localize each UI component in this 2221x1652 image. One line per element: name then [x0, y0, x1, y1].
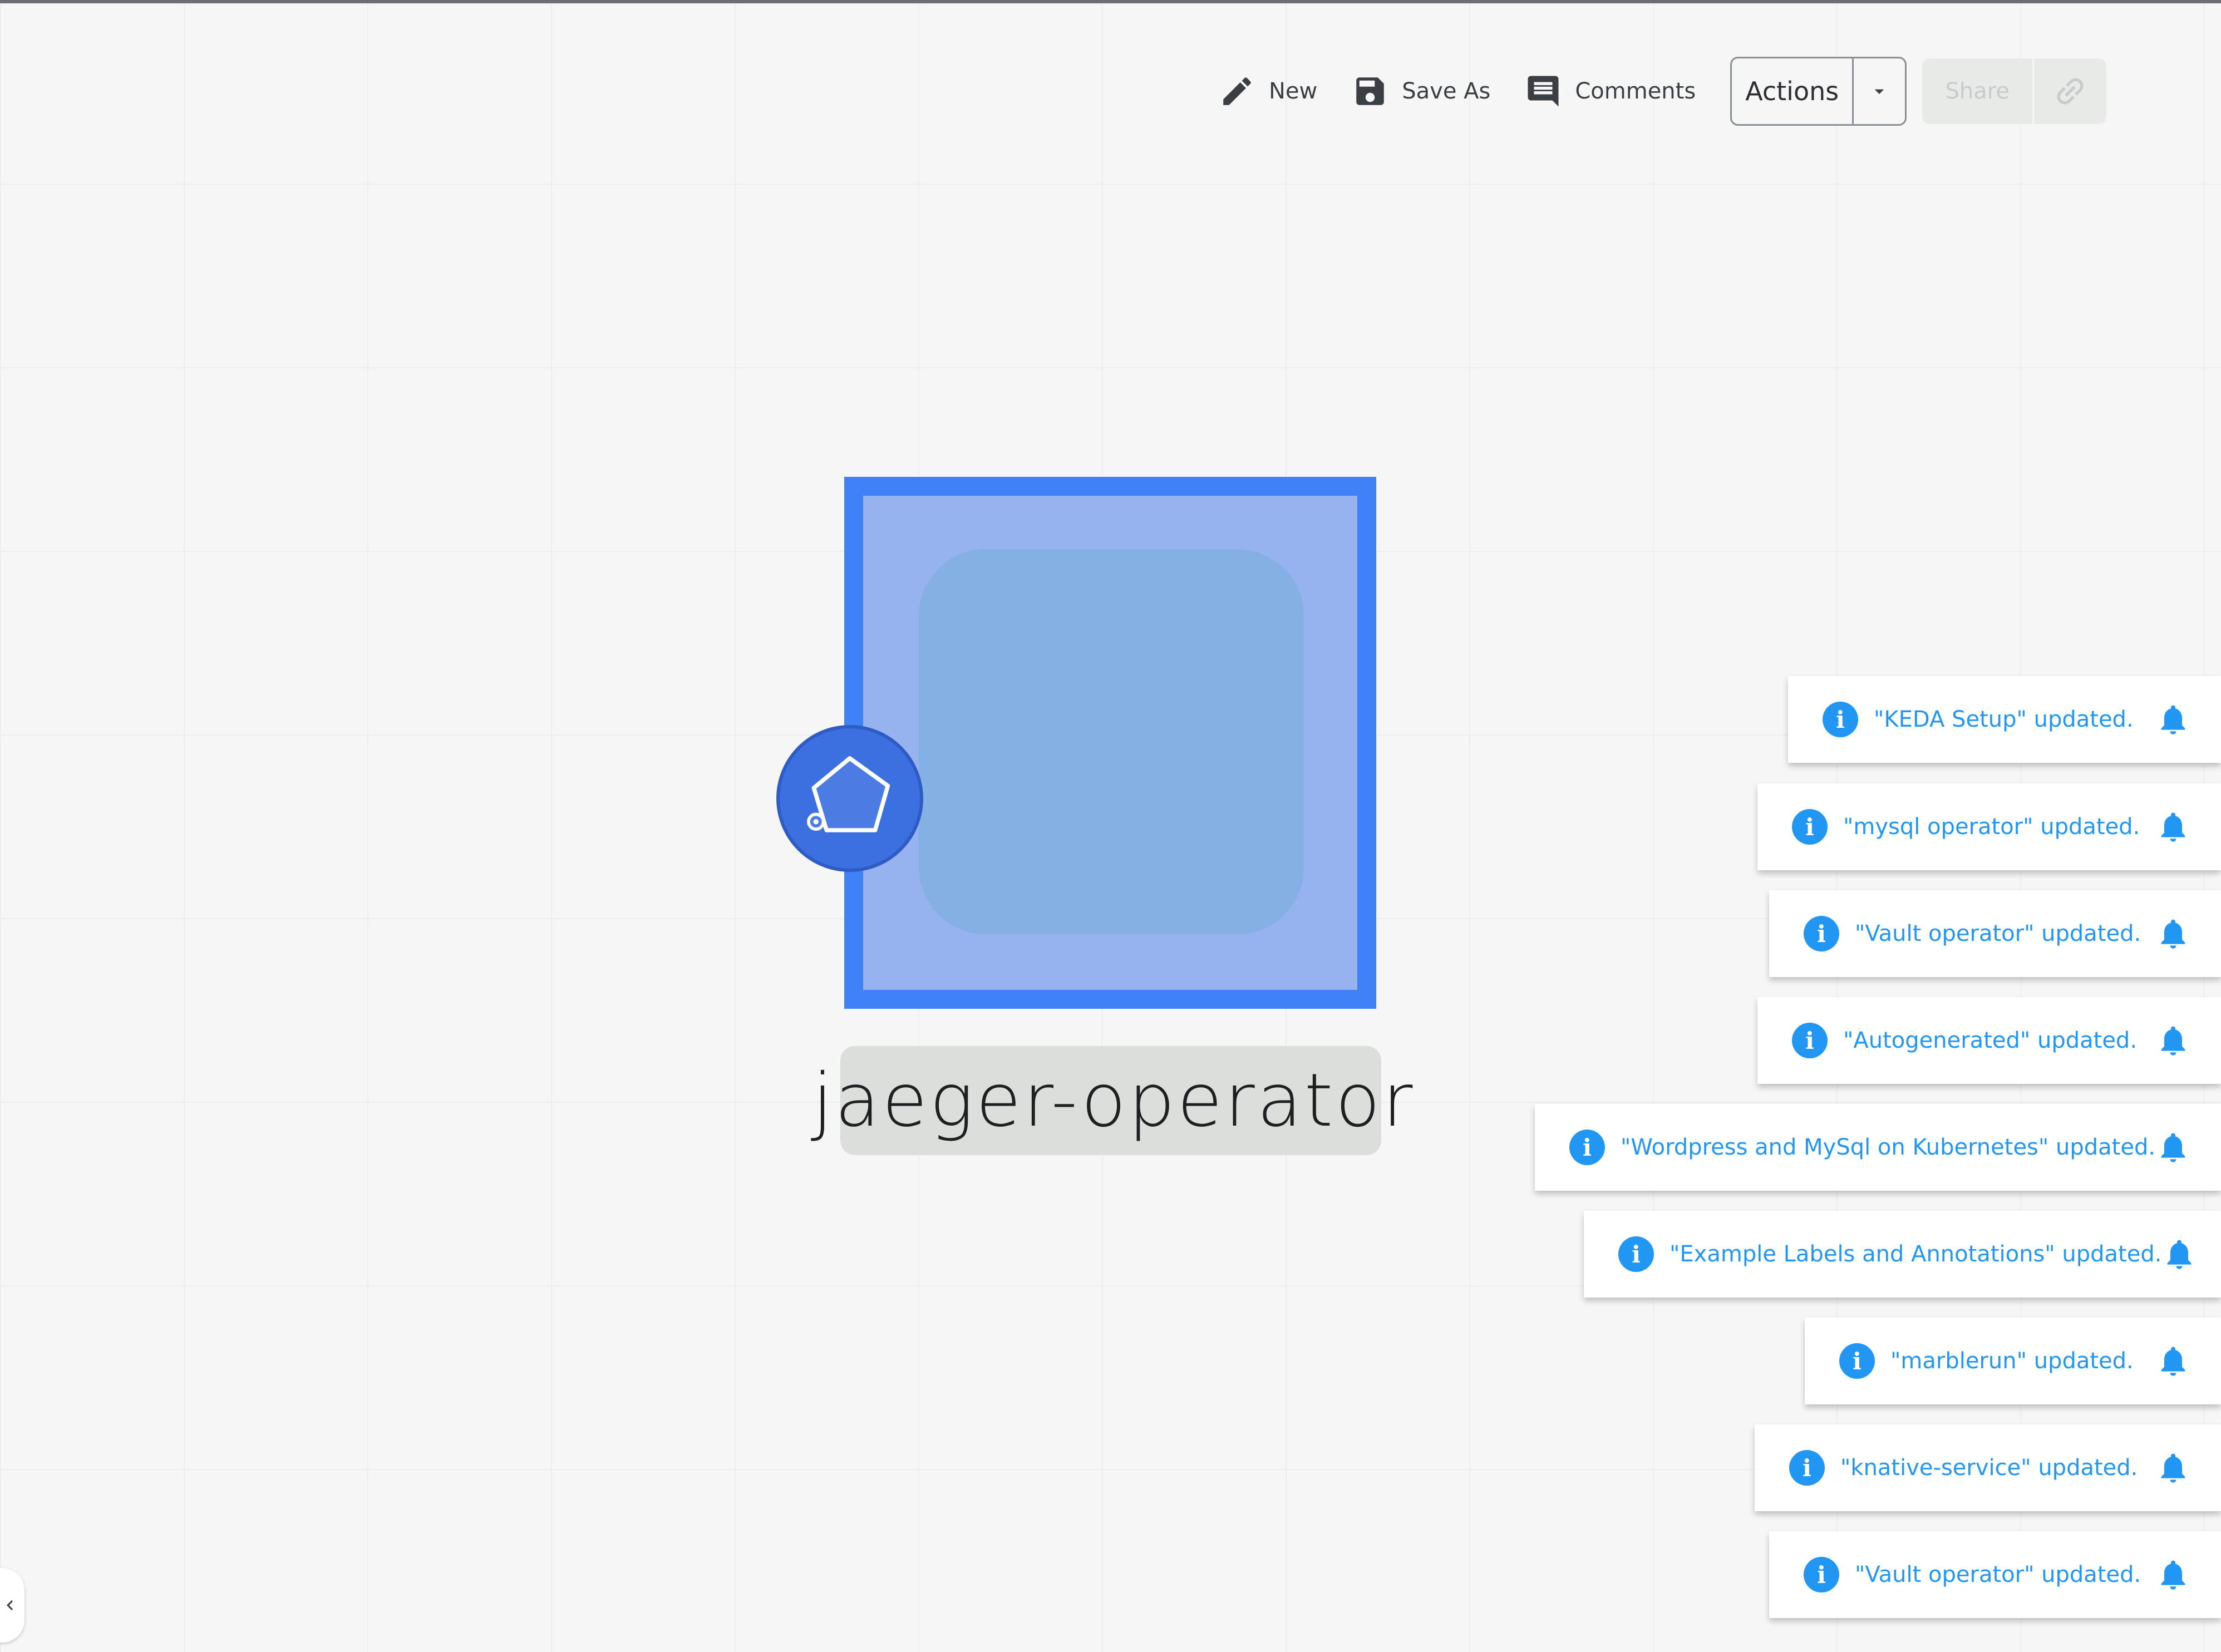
save-as-button[interactable]: Save As	[1352, 58, 1490, 125]
bell-icon[interactable]	[2155, 1343, 2191, 1379]
notification-toast[interactable]: i "knative-service" updated.	[1755, 1424, 2221, 1511]
notification-message: "Autogenerated" updated.	[1843, 1028, 2138, 1053]
notification-message: "KEDA Setup" updated.	[1874, 707, 2134, 732]
actions-split-button: Actions	[1730, 57, 1907, 126]
bell-icon[interactable]	[2155, 1557, 2191, 1592]
notification-toast[interactable]: i "Autogenerated" updated.	[1757, 997, 2221, 1084]
bell-icon[interactable]	[2161, 1236, 2197, 1272]
info-icon: i	[1618, 1236, 1654, 1272]
bell-icon[interactable]	[2155, 1450, 2191, 1486]
floppy-disk-icon	[1356, 77, 1384, 105]
notification-toast[interactable]: i "mysql operator" updated.	[1757, 783, 2221, 870]
notification-message: "Vault operator" updated.	[1855, 921, 2141, 946]
notification-message: "Example Labels and Annotations" updated…	[1670, 1241, 2162, 1267]
bell-icon[interactable]	[2155, 916, 2191, 951]
info-icon: i	[1823, 702, 1858, 737]
caret-down-icon	[1874, 89, 1884, 94]
new-label: New	[1269, 78, 1318, 104]
bell-icon[interactable]	[2155, 809, 2191, 845]
chevron-left-icon	[7, 1600, 13, 1610]
node-label[interactable]: jaeger-operator	[812, 1046, 1413, 1155]
share-group: Share	[1922, 58, 2107, 124]
notification-toast[interactable]: i "Example Labels and Annotations" updat…	[1584, 1211, 2221, 1298]
notification-message: "Vault operator" updated.	[1855, 1562, 2141, 1587]
toolbar: New Save As Comments Actions Share	[1219, 57, 2107, 126]
save-as-label: Save As	[1402, 78, 1491, 104]
share-button[interactable]: Share	[1922, 58, 2035, 124]
notification-toast[interactable]: i "marblerun" updated.	[1805, 1318, 2221, 1404]
notification-message: "marblerun" updated.	[1890, 1348, 2134, 1374]
notification-message: "mysql operator" updated.	[1843, 814, 2140, 840]
actions-dropdown-toggle[interactable]	[1852, 58, 1905, 124]
bell-icon[interactable]	[2155, 1023, 2191, 1058]
bell-icon[interactable]	[2155, 1130, 2191, 1165]
notification-toast[interactable]: i "KEDA Setup" updated.	[1788, 676, 2221, 763]
notification-toast[interactable]: i "Vault operator" updated.	[1769, 1531, 2221, 1618]
info-icon: i	[1839, 1343, 1875, 1379]
new-button[interactable]: New	[1219, 58, 1317, 125]
pencil-icon	[1223, 77, 1251, 105]
node-inner-shape	[919, 549, 1304, 934]
info-icon: i	[1569, 1130, 1605, 1165]
copy-link-button[interactable]	[2034, 58, 2106, 124]
info-icon: i	[1792, 809, 1828, 845]
comments-label: Comments	[1575, 78, 1696, 104]
info-icon: i	[1792, 1023, 1828, 1058]
comment-icon	[1528, 76, 1559, 107]
notification-message: "Wordpress and MySql on Kubernetes" upda…	[1621, 1135, 2156, 1160]
bell-icon[interactable]	[2155, 702, 2191, 737]
comments-button[interactable]: Comments	[1525, 58, 1696, 125]
window-top-edge	[0, 0, 2221, 3]
link-icon	[2057, 78, 2084, 105]
notification-message: "knative-service" updated.	[1840, 1455, 2138, 1481]
node-type-badge[interactable]	[776, 725, 923, 872]
info-icon: i	[1804, 1557, 1839, 1592]
pentagon-shape-icon	[807, 756, 890, 832]
sidebar-expand-tab[interactable]	[0, 1568, 24, 1643]
actions-button[interactable]: Actions	[1732, 58, 1852, 124]
info-icon: i	[1804, 916, 1839, 951]
info-icon: i	[1789, 1450, 1825, 1486]
notification-toast[interactable]: i "Wordpress and MySql on Kubernetes" up…	[1535, 1104, 2221, 1191]
notification-toast[interactable]: i "Vault operator" updated.	[1769, 890, 2221, 977]
